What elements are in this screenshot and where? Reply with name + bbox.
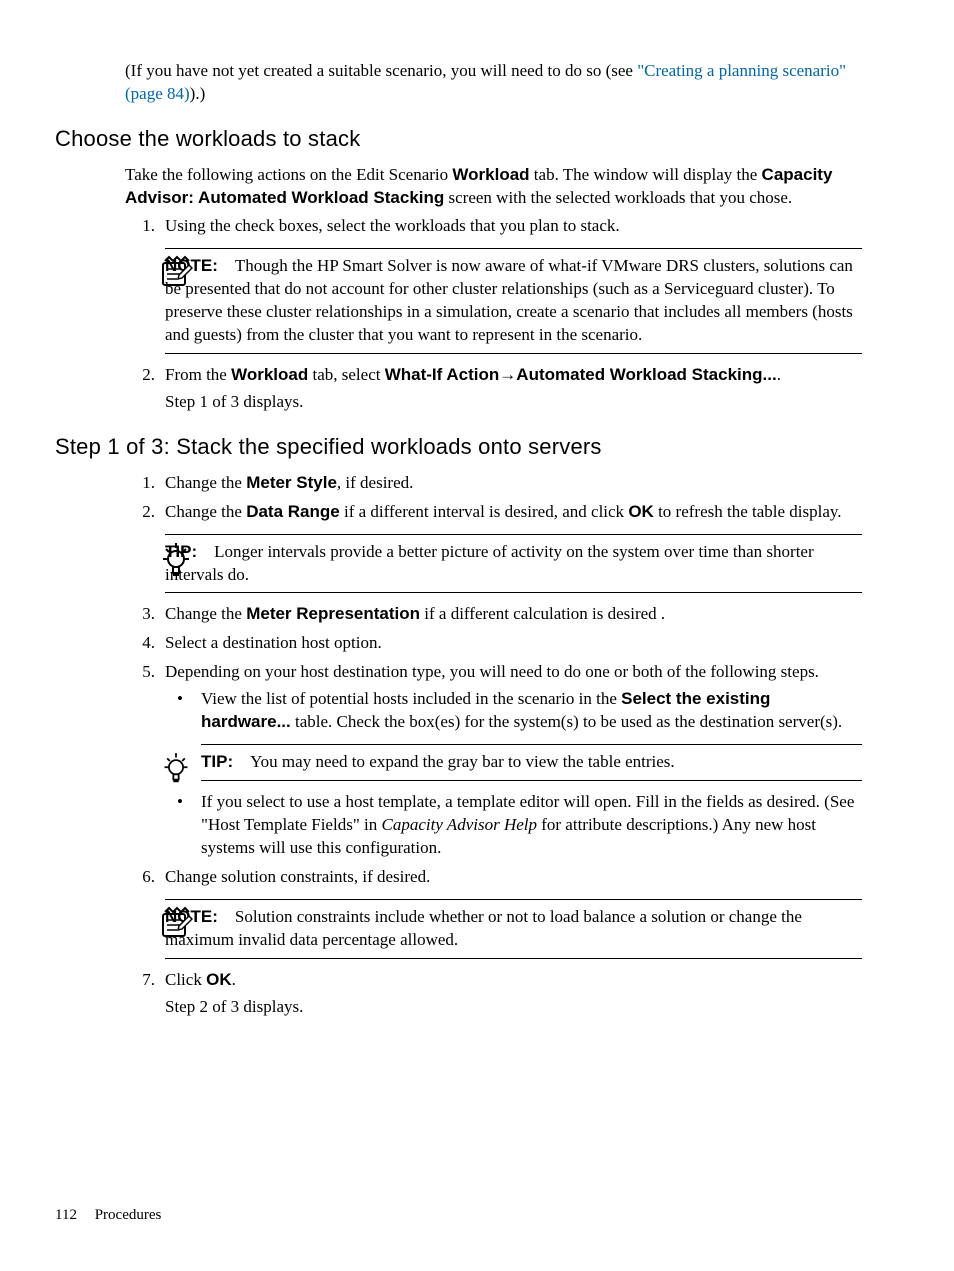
s2-s4: Select a destination host option. — [165, 633, 382, 652]
note-text: Though the HP Smart Solver is now aware … — [165, 256, 853, 344]
num: 1. — [125, 472, 155, 495]
tip-box: TIP: Longer intervals provide a better p… — [165, 534, 862, 594]
s2-s2-pre: Change the — [165, 502, 246, 521]
num: 5. — [125, 661, 155, 684]
num: 2. — [125, 364, 155, 387]
list-item: View the list of potential hosts include… — [165, 688, 862, 734]
list-item: 1. Using the check boxes, select the wor… — [125, 215, 862, 238]
s2-s2-b1: Data Range — [246, 502, 340, 521]
s1-step2-line2: Step 1 of 3 displays. — [165, 392, 303, 411]
note-box: NOTE: Though the HP Smart Solver is now … — [165, 248, 862, 354]
tip-icon — [159, 541, 193, 575]
num: 1. — [125, 215, 155, 238]
s2-s1-post: , if desired. — [337, 473, 413, 492]
s1-step2-post: . — [777, 365, 781, 384]
page-number: 112 — [55, 1207, 77, 1223]
num: 2. — [125, 501, 155, 524]
s1-para-mid: tab. The window will display the — [530, 165, 762, 184]
s1-step2-pre: From the — [165, 365, 231, 384]
num: 6. — [125, 866, 155, 889]
section2-list-a: 1. Change the Meter Style, if desired. 2… — [125, 472, 862, 524]
s1-para-b1: Workload — [452, 165, 529, 184]
list-item: 3. Change the Meter Representation if a … — [125, 603, 862, 626]
content: (If you have not yet created a suitable … — [55, 60, 862, 1019]
page-footer: 112 Procedures — [55, 1205, 161, 1225]
s1-para-post: screen with the selected workloads that … — [444, 188, 792, 207]
list-item: 7. Click OK. Step 2 of 3 displays. — [125, 969, 862, 1019]
list-item: 2. Change the Data Range if a different … — [125, 501, 862, 524]
s2-s1-b: Meter Style — [246, 473, 337, 492]
tip-icon — [161, 751, 195, 785]
heading-step1of3: Step 1 of 3: Stack the specified workloa… — [55, 432, 862, 462]
note-text: Solution constraints include whether or … — [165, 907, 802, 949]
list-item: If you select to use a host template, a … — [165, 791, 862, 860]
note-wrapper-2: NOTE: Solution constraints include wheth… — [125, 899, 862, 959]
tip-box-2: TIP: You may need to expand the gray bar… — [201, 744, 862, 781]
intro-paragraph: (If you have not yet created a suitable … — [125, 60, 862, 106]
s2-s7-pre: Click — [165, 970, 206, 989]
s1-step2-b2: What-If Action — [385, 365, 500, 384]
num: 7. — [125, 969, 155, 992]
list-item: 5. Depending on your host destination ty… — [125, 661, 862, 860]
s5b1-pre: View the list of potential hosts include… — [201, 689, 621, 708]
num: 3. — [125, 603, 155, 626]
s2-s2-mid: if a different interval is desired, and … — [340, 502, 629, 521]
s1-para-pre: Take the following actions on the Edit S… — [125, 165, 452, 184]
s1-step2-b1: Workload — [231, 365, 308, 384]
section2-list-c: 7. Click OK. Step 2 of 3 displays. — [125, 969, 862, 1019]
s5b2-italic: Capacity Advisor Help — [381, 815, 537, 834]
tip-wrapper: TIP: Longer intervals provide a better p… — [125, 534, 862, 594]
arrow: → — [499, 365, 516, 384]
tip-text: Longer intervals provide a better pictur… — [165, 542, 814, 584]
s5-sublist-2: If you select to use a host template, a … — [165, 791, 862, 860]
list-item: 4. Select a destination host option. — [125, 632, 862, 655]
note-icon — [159, 906, 193, 940]
s2-s3-pre: Change the — [165, 604, 246, 623]
page: (If you have not yet created a suitable … — [0, 0, 954, 1271]
s2-s7-line2: Step 2 of 3 displays. — [165, 997, 303, 1016]
tip-label: TIP: — [201, 752, 233, 771]
footer-section: Procedures — [95, 1207, 162, 1223]
s5b1-post: table. Check the box(es) for the system(… — [291, 712, 842, 731]
section1-list: 1. Using the check boxes, select the wor… — [125, 215, 862, 238]
intro-post: ).) — [190, 84, 206, 103]
list-item: 6. Change solution constraints, if desir… — [125, 866, 862, 889]
intro-pre: (If you have not yet created a suitable … — [125, 61, 637, 80]
s2-s3-b: Meter Representation — [246, 604, 420, 623]
section2-list-b: 3. Change the Meter Representation if a … — [125, 603, 862, 888]
s2-s7-b: OK — [206, 970, 232, 989]
s2-s7-post: . — [232, 970, 236, 989]
s2-s5: Depending on your host destination type,… — [165, 662, 819, 681]
s2-s2-post: to refresh the table display. — [654, 502, 842, 521]
section1-list-2: 2. From the Workload tab, select What-If… — [125, 364, 862, 414]
s1-step2-mid: tab, select — [308, 365, 384, 384]
list-item: 2. From the Workload tab, select What-If… — [125, 364, 862, 414]
num: 4. — [125, 632, 155, 655]
note-wrapper: NOTE: Though the HP Smart Solver is now … — [125, 248, 862, 354]
s2-s2-b2: OK — [628, 502, 654, 521]
heading-choose-workloads: Choose the workloads to stack — [55, 124, 862, 154]
tip-text: You may need to expand the gray bar to v… — [250, 752, 675, 771]
note-box: NOTE: Solution constraints include wheth… — [165, 899, 862, 959]
s2-s3-post: if a different calculation is desired . — [420, 604, 665, 623]
s5-sublist: View the list of potential hosts include… — [165, 688, 862, 734]
s2-s1-pre: Change the — [165, 473, 246, 492]
s1-step2-b3: Automated Workload Stacking... — [516, 365, 776, 384]
list-item: 1. Change the Meter Style, if desired. — [125, 472, 862, 495]
section1-paragraph: Take the following actions on the Edit S… — [125, 164, 862, 210]
note-icon — [159, 255, 193, 289]
s2-s6: Change solution constraints, if desired. — [165, 867, 430, 886]
step1-text: Using the check boxes, select the worklo… — [165, 216, 620, 235]
